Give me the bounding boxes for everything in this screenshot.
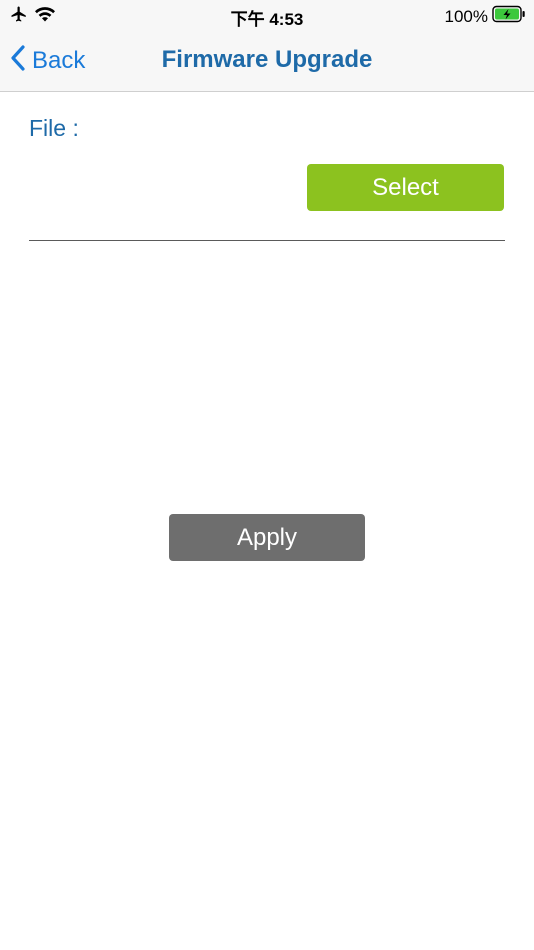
firmware-upgrade-screen: 下午 4:53 100% Back Firmware Upgrade File …: [0, 0, 534, 950]
apply-button[interactable]: Apply: [169, 514, 365, 561]
status-right-icons: 100%: [445, 5, 526, 28]
status-bar: 下午 4:53 100%: [0, 0, 534, 30]
select-file-button[interactable]: Select: [307, 164, 504, 211]
file-divider: [29, 240, 505, 241]
file-label: File :: [29, 115, 79, 141]
navigation-bar: Back Firmware Upgrade: [0, 30, 534, 92]
page-title: Firmware Upgrade: [161, 46, 373, 73]
battery-percent: 100%: [444, 6, 488, 26]
battery-charging-icon: [492, 5, 526, 28]
